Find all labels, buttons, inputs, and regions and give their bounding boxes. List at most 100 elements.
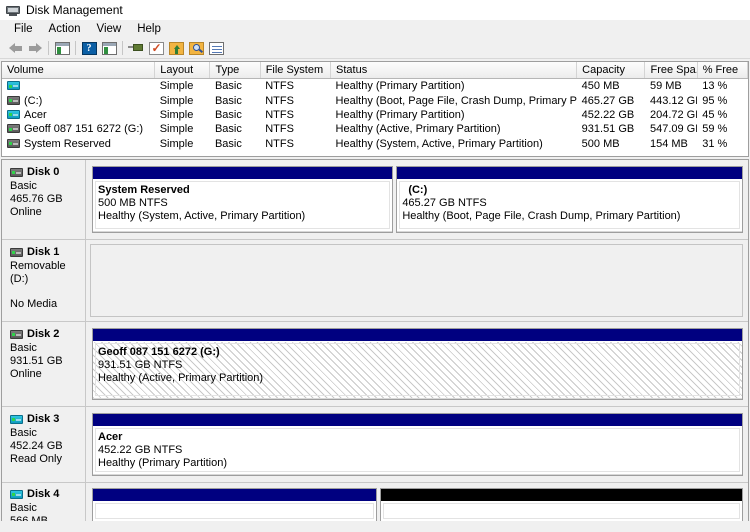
disk-row-3[interactable]: Disk 3 Basic 452.24 GB Read Only Acer 45… — [2, 407, 748, 483]
layout-cell: Simple — [159, 80, 194, 93]
column-status[interactable]: Status — [330, 62, 578, 79]
free-space-cell: 154 MB — [649, 137, 688, 150]
capacity-cell: 465.27 GB — [581, 94, 635, 107]
drive-icon-gray — [7, 124, 20, 134]
partition-status: Healthy (System, Active, Primary Partiti… — [98, 210, 306, 222]
percent-free-cell: 95 % — [702, 94, 728, 107]
menu-help[interactable]: Help — [129, 22, 169, 36]
layout-cell: Simple — [159, 123, 194, 136]
table-row[interactable]: (C:) Simple Basic NTFS Healthy (Boot, Pa… — [2, 93, 748, 107]
disk-header-1[interactable]: Disk 1 Removable (D:) No Media — [2, 240, 86, 321]
show-console-tree-icon[interactable] — [52, 39, 72, 57]
disk-header-0[interactable]: Disk 0 Basic 465.76 GB Online — [2, 160, 86, 239]
type-cell: Basic — [214, 137, 242, 150]
disk-row-0[interactable]: Disk 0 Basic 465.76 GB Online System Res… — [2, 160, 748, 240]
disk-header-4[interactable]: Disk 4 Basic 566 MB — [2, 483, 86, 521]
disk-header-2[interactable]: Disk 2 Basic 931.51 GB Online — [2, 322, 86, 406]
disk-row-4[interactable]: Disk 4 Basic 566 MB — [2, 483, 748, 521]
drive-icon-teal — [7, 109, 20, 119]
disk-icon-gray — [10, 247, 23, 257]
help-icon[interactable]: ? — [79, 39, 99, 57]
partition-bar — [397, 167, 742, 180]
partition-info — [381, 502, 742, 521]
table-row[interactable]: System Reserved Simple Basic NTFS Health… — [2, 137, 748, 151]
volume-label: Geoff 087 151 6272 (G:) — [24, 123, 144, 136]
graphical-view-pane[interactable]: Disk 0 Basic 465.76 GB Online System Res… — [1, 159, 749, 521]
disk-type-label: Basic — [10, 502, 37, 514]
column-type[interactable]: Type — [209, 62, 261, 79]
volume-table-header-row: Volume Layout Type File System Status Ca… — [2, 62, 749, 79]
export-list-icon[interactable] — [166, 39, 186, 57]
column-free-space[interactable]: Free Spa... — [644, 62, 698, 79]
volume-table: Volume Layout Type File System Status Ca… — [2, 62, 749, 151]
capacity-cell: 931.51 GB — [581, 123, 635, 136]
partition-info: (C:) 465.27 GB NTFS Healthy (Boot, Page … — [397, 180, 742, 232]
partition-size: 500 MB NTFS — [98, 197, 168, 209]
partition-info: System Reserved 500 MB NTFS Healthy (Sys… — [93, 180, 393, 232]
disk-title-4: Disk 4 — [10, 488, 85, 500]
disk-body-2: Geoff 087 151 6272 (G:) 931.51 GB NTFS H… — [86, 322, 748, 406]
volume-table-body: Simple Basic NTFS Healthy (Primary Parti… — [2, 79, 748, 151]
partition-size: 465.27 GB NTFS — [402, 197, 487, 209]
disk-state-label: Online — [10, 206, 42, 218]
partition-status: Healthy (Primary Partition) — [98, 457, 227, 469]
disk-body-0: System Reserved 500 MB NTFS Healthy (Sys… — [86, 160, 748, 239]
column-layout[interactable]: Layout — [154, 62, 211, 79]
table-row[interactable]: Acer Simple Basic NTFS Healthy (Primary … — [2, 108, 748, 122]
column-capacity[interactable]: Capacity — [576, 62, 646, 79]
free-space-cell: 443.12 GB — [649, 94, 697, 107]
back-arrow-icon[interactable] — [5, 39, 25, 57]
percent-free-cell: 45 % — [702, 108, 728, 121]
volume-list-pane[interactable]: Volume Layout Type File System Status Ca… — [1, 61, 749, 157]
disk-row-2[interactable]: Disk 2 Basic 931.51 GB Online Geoff 087 … — [2, 322, 748, 407]
disk-icon-gray — [10, 329, 23, 339]
disk-management-icon — [6, 4, 20, 16]
details-icon[interactable] — [206, 39, 226, 57]
find-icon[interactable] — [186, 39, 206, 57]
partition-c-drive[interactable]: (C:) 465.27 GB NTFS Healthy (Boot, Page … — [396, 166, 743, 233]
disk-header-3[interactable]: Disk 3 Basic 452.24 GB Read Only — [2, 407, 86, 482]
disk-size-label: 452.24 GB — [10, 440, 63, 452]
status-cell: Healthy (Boot, Page File, Crash Dump, Pr… — [335, 94, 577, 107]
toolbar: ? ✓ — [0, 38, 750, 59]
forward-arrow-icon[interactable] — [25, 39, 45, 57]
disk-name-label: Disk 4 — [27, 488, 60, 500]
disk-row-1[interactable]: Disk 1 Removable (D:) No Media — [2, 240, 748, 322]
partition-geoff-g-drive[interactable]: Geoff 087 151 6272 (G:) 931.51 GB NTFS H… — [92, 328, 743, 400]
help-glyph: ? — [81, 41, 97, 55]
partition-bar — [93, 414, 742, 427]
disk-type-label: Removable (D:) — [10, 260, 66, 285]
status-cell: Healthy (Primary Partition) — [335, 108, 465, 121]
volume-label: System Reserved — [24, 137, 111, 150]
properties-check-icon[interactable]: ✓ — [146, 39, 166, 57]
table-row[interactable]: Simple Basic NTFS Healthy (Primary Parti… — [2, 79, 748, 94]
disk-name-label: Disk 0 — [27, 166, 60, 178]
partition-system-reserved[interactable]: System Reserved 500 MB NTFS Healthy (Sys… — [92, 166, 394, 233]
disk-body-3: Acer 452.22 GB NTFS Healthy (Primary Par… — [86, 407, 748, 482]
menu-file[interactable]: File — [6, 22, 41, 36]
disk-size-label: 465.76 GB — [10, 193, 63, 205]
partition-status: Healthy (Active, Primary Partition) — [98, 372, 264, 384]
partition-disk4-primary[interactable] — [92, 488, 378, 521]
disk-state-label: Read Only — [10, 453, 62, 465]
menu-action[interactable]: Action — [41, 22, 89, 36]
no-media-area[interactable] — [90, 244, 743, 317]
column-volume[interactable]: Volume — [2, 62, 156, 79]
column-file-system[interactable]: File System — [260, 62, 332, 79]
disk-size-label: 566 MB — [10, 515, 48, 521]
show-action-pane-icon[interactable] — [99, 39, 119, 57]
disk-type-label: Basic — [10, 427, 37, 439]
partition-disk4-unallocated[interactable] — [380, 488, 743, 521]
rescan-disks-icon[interactable] — [126, 39, 146, 57]
capacity-cell: 500 MB — [581, 137, 620, 150]
partition-acer[interactable]: Acer 452.22 GB NTFS Healthy (Primary Par… — [92, 413, 743, 476]
menu-view[interactable]: View — [89, 22, 130, 36]
table-row[interactable]: Geoff 087 151 6272 (G:) Simple Basic NTF… — [2, 122, 748, 136]
partition-bar-unallocated — [381, 489, 742, 502]
partition-bar — [93, 167, 393, 180]
column-percent-free[interactable]: % Free — [697, 62, 749, 79]
disk-size-label: 931.51 GB — [10, 355, 63, 367]
status-cell: Healthy (System, Active, Primary Partiti… — [335, 137, 543, 150]
disk-name-label: Disk 3 — [27, 413, 60, 425]
toolbar-separator-2 — [75, 41, 76, 55]
